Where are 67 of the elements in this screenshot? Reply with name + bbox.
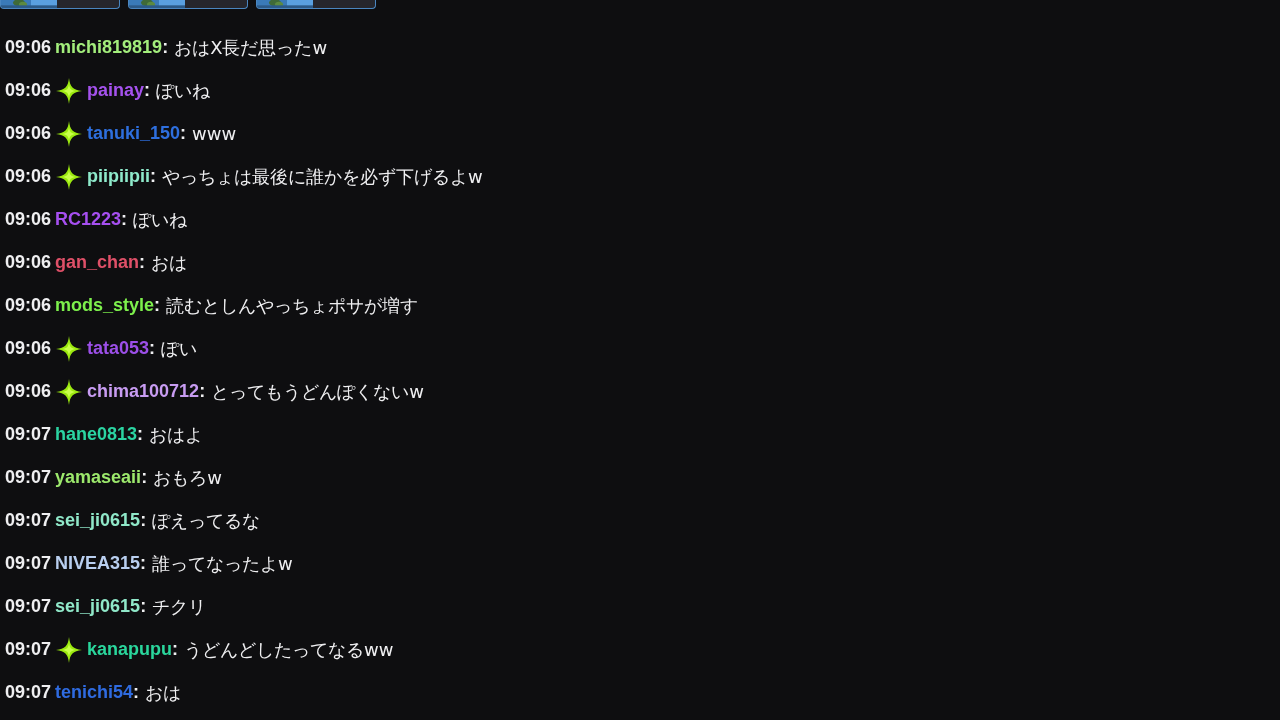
thumbnail-card[interactable] — [128, 0, 248, 9]
username[interactable]: chima100712 — [87, 378, 200, 405]
timestamp: 09:07 — [5, 681, 52, 704]
colon: : — [162, 36, 169, 59]
message-text: とってもうどんぽくないw — [211, 380, 424, 404]
message-text: おもろw — [153, 466, 222, 490]
timestamp: 09:07 — [5, 552, 52, 575]
timestamp: 09:07 — [5, 466, 52, 489]
username[interactable]: piipiipii — [87, 163, 151, 190]
timestamp: 09:06 — [5, 165, 52, 188]
colon: : — [137, 423, 144, 446]
thumbnail-card[interactable] — [256, 0, 376, 9]
colon: : — [180, 122, 187, 145]
timestamp: 09:06 — [5, 36, 52, 59]
colon: : — [140, 595, 147, 618]
timestamp: 09:07 — [5, 509, 52, 532]
colon: : — [141, 466, 148, 489]
username[interactable]: michi819819 — [55, 34, 163, 61]
username[interactable]: sei_ji0615 — [55, 593, 141, 620]
username[interactable]: gan_chan — [55, 249, 140, 276]
colon: : — [139, 251, 146, 274]
colon: : — [133, 681, 140, 704]
colon: : — [144, 79, 151, 102]
timestamp: 09:06 — [5, 79, 52, 102]
message-text: www — [192, 122, 237, 146]
colon: : — [199, 380, 206, 403]
timestamp: 09:07 — [5, 423, 52, 446]
username[interactable]: RC1223 — [55, 206, 122, 233]
colon: : — [154, 294, 161, 317]
colon: : — [140, 552, 147, 575]
timestamp: 09:06 — [5, 380, 52, 403]
message-text: おは — [145, 681, 182, 705]
message-text: ぽいね — [156, 79, 211, 103]
timestamp: 09:07 — [5, 595, 52, 618]
message-text: おは — [151, 251, 188, 275]
timestamp: 09:06 — [5, 208, 52, 231]
timestamp: 09:06 — [5, 251, 52, 274]
message-text: チクリ — [152, 595, 207, 619]
timestamp: 09:06 — [5, 122, 52, 145]
message-text: 読むとしんやっちょポサが増す — [166, 294, 419, 318]
message-text: ぽえってるな — [152, 509, 261, 533]
thumbnail-card[interactable] — [0, 0, 120, 9]
username[interactable]: tata053 — [87, 335, 150, 362]
timestamp: 09:06 — [5, 294, 52, 317]
username[interactable]: NIVEA315 — [55, 550, 141, 577]
username[interactable]: sei_ji0615 — [55, 507, 141, 534]
username[interactable]: tenichi54 — [55, 679, 134, 706]
message-text: おはX長だ思ったw — [174, 36, 328, 60]
message-text: 誰ってなったよw — [152, 552, 293, 576]
message-text: うどんどしたってなるww — [184, 638, 394, 662]
colon: : — [121, 208, 128, 231]
timestamp: 09:06 — [5, 337, 52, 360]
message-text: ぽいね — [133, 208, 188, 232]
username[interactable]: painay — [87, 77, 145, 104]
colon: : — [150, 165, 157, 188]
colon: : — [140, 509, 147, 532]
message-text: ぽい — [161, 337, 198, 361]
username[interactable]: mods_style — [55, 292, 155, 319]
username[interactable]: yamaseaii — [55, 464, 142, 491]
username[interactable]: kanapupu — [87, 636, 173, 663]
username[interactable]: tanuki_150 — [87, 120, 181, 147]
colon: : — [172, 638, 179, 661]
colon: : — [149, 337, 156, 360]
message-text: やっちょは最後に誰かを必ず下げるよw — [162, 165, 483, 189]
timestamp: 09:07 — [5, 638, 52, 661]
message-text: おはよ — [149, 423, 204, 447]
username[interactable]: hane0813 — [55, 421, 138, 448]
